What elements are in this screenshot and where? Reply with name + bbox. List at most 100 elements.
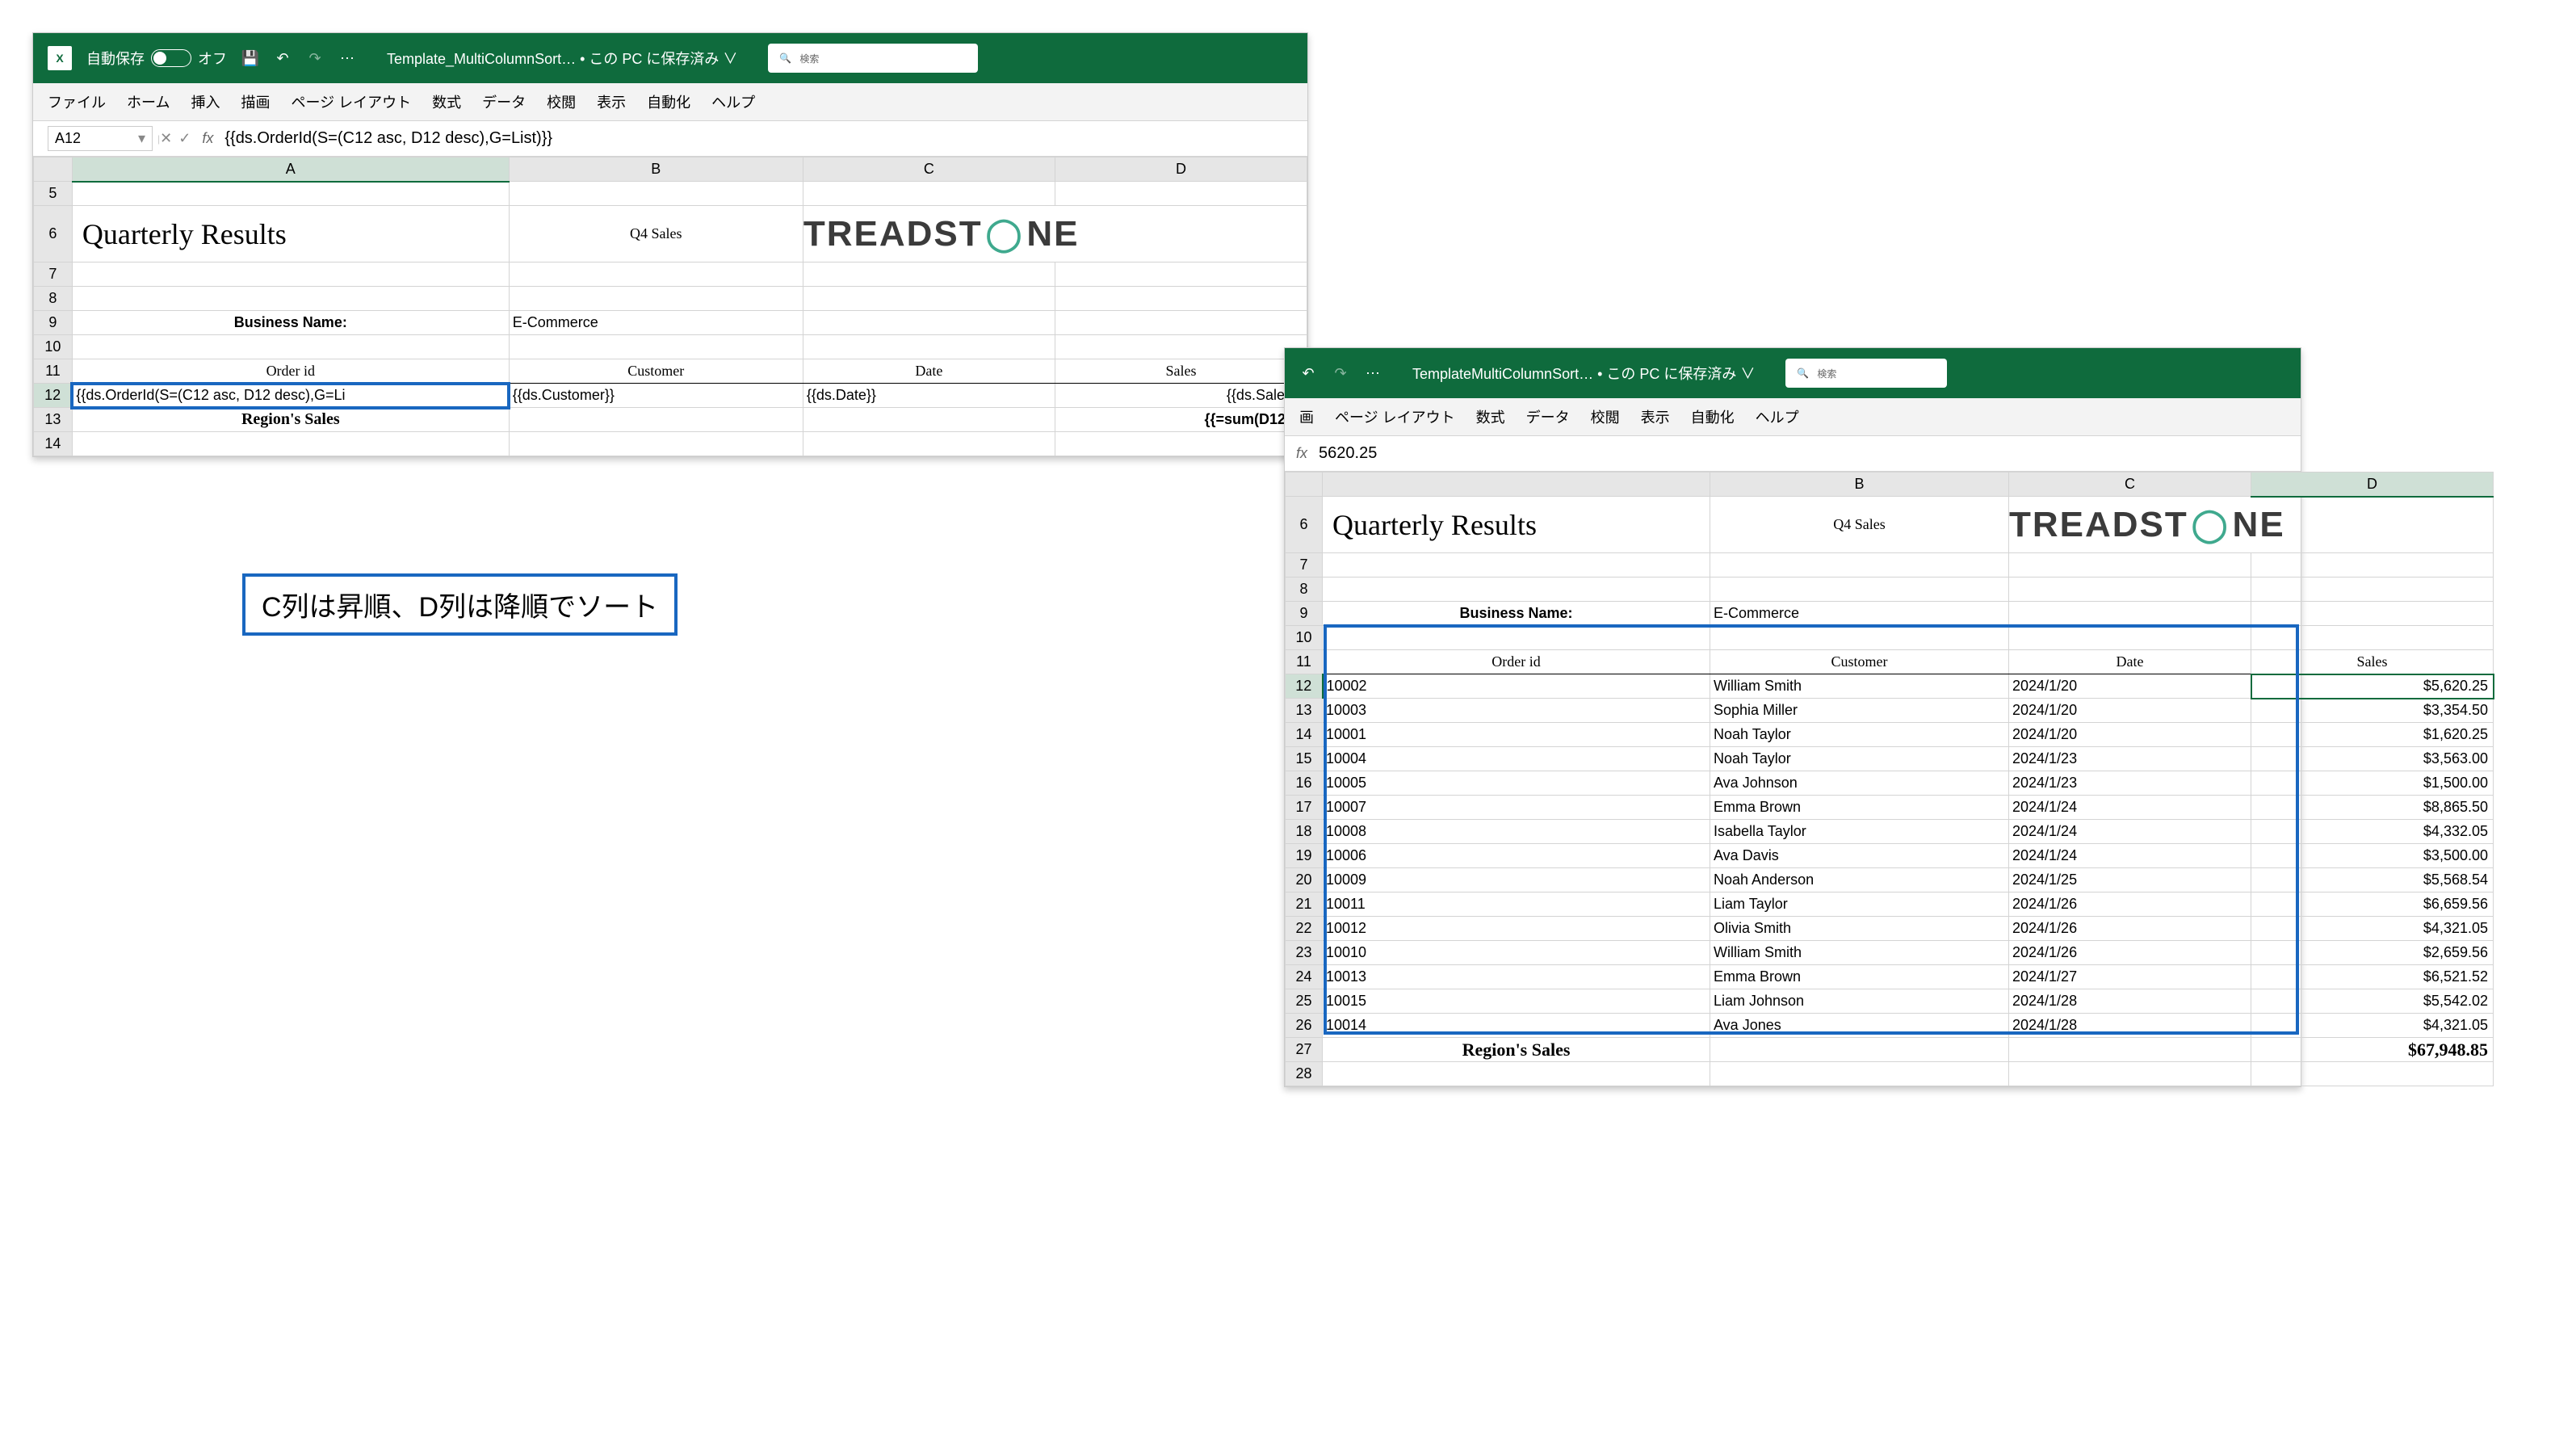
cell[interactable]: $6,659.56 [2251, 892, 2494, 917]
cell[interactable] [1710, 626, 2009, 650]
row-header[interactable]: 20 [1286, 868, 1323, 892]
cell[interactable]: Ava Johnson [1710, 771, 2009, 796]
cell[interactable]: $4,321.05 [2251, 917, 2494, 941]
cell[interactable]: $1,620.25 [2251, 723, 2494, 747]
cell[interactable] [72, 287, 509, 311]
cell[interactable]: 2024/1/20 [2009, 723, 2251, 747]
cell[interactable] [803, 335, 1055, 359]
cell[interactable] [509, 287, 803, 311]
cell[interactable]: Business Name: [1323, 602, 1710, 626]
subtitle-cell[interactable]: Q4 Sales [509, 206, 803, 262]
cell[interactable]: 10008 [1323, 820, 1710, 844]
row-header[interactable]: 23 [1286, 941, 1323, 965]
ribbon-tab[interactable]: 自動化 [1691, 406, 1735, 427]
cell[interactable] [509, 432, 803, 456]
ribbon-tab[interactable]: ページ レイアウト [1335, 406, 1455, 427]
selected-cell[interactable]: {{ds.OrderId(S=(C12 asc, D12 desc),G=Li [72, 384, 509, 408]
cell[interactable]: $1,500.00 [2251, 771, 2494, 796]
cell[interactable]: 2024/1/24 [2009, 796, 2251, 820]
row-header[interactable]: 15 [1286, 747, 1323, 771]
column-header-cell[interactable]: Sales [1055, 359, 1307, 384]
filename[interactable]: Template_MultiColumnSort… • この PC に保存済み … [387, 48, 737, 69]
cell[interactable]: 2024/1/27 [2009, 965, 2251, 989]
cell[interactable]: {{=sum(D12)}} [1055, 408, 1307, 432]
cell[interactable]: $2,659.56 [2251, 941, 2494, 965]
col-header[interactable]: B [509, 158, 803, 182]
row-header[interactable]: 10 [1286, 626, 1323, 650]
cell[interactable]: Isabella Taylor [1710, 820, 2009, 844]
cell[interactable]: 2024/1/24 [2009, 844, 2251, 868]
subtitle-cell[interactable]: Q4 Sales [1710, 497, 2009, 553]
cell[interactable]: 2024/1/20 [2009, 699, 2251, 723]
cell[interactable]: 2024/1/28 [2009, 989, 2251, 1014]
ribbon-tab[interactable]: 描画 [241, 91, 270, 112]
row-header[interactable]: 9 [34, 311, 73, 335]
cell[interactable] [803, 408, 1055, 432]
cell[interactable]: Emma Brown [1710, 965, 2009, 989]
cell[interactable]: {{ds.Customer}} [509, 384, 803, 408]
row-header[interactable]: 13 [34, 408, 73, 432]
cell[interactable]: 2024/1/26 [2009, 941, 2251, 965]
cell[interactable]: {{ds.Date}} [803, 384, 1055, 408]
cell[interactable]: 10001 [1323, 723, 1710, 747]
cell[interactable]: $3,500.00 [2251, 844, 2494, 868]
row-header[interactable]: 24 [1286, 965, 1323, 989]
row-header[interactable]: 27 [1286, 1038, 1323, 1062]
cell[interactable]: Noah Taylor [1710, 723, 2009, 747]
autosave-toggle[interactable]: 自動保存 オフ [86, 48, 227, 69]
cell[interactable]: 10010 [1323, 941, 1710, 965]
cell[interactable]: 2024/1/23 [2009, 747, 2251, 771]
cell[interactable]: 10011 [1323, 892, 1710, 917]
cell[interactable]: Sophia Miller [1710, 699, 2009, 723]
ribbon-tab[interactable]: 自動化 [647, 91, 690, 112]
cell[interactable]: $5,542.02 [2251, 989, 2494, 1014]
cell[interactable] [509, 335, 803, 359]
overflow-icon[interactable]: ⋯ [338, 49, 356, 67]
cell[interactable] [803, 432, 1055, 456]
cell[interactable]: 10007 [1323, 796, 1710, 820]
column-header-cell[interactable]: Customer [509, 359, 803, 384]
chevron-down-icon[interactable]: ▾ [138, 130, 145, 147]
cell[interactable] [803, 287, 1055, 311]
cell[interactable]: 2024/1/20 [2009, 674, 2251, 699]
ribbon-tab[interactable]: 表示 [597, 91, 626, 112]
filename[interactable]: TemplateMultiColumnSort… • この PC に保存済み ∨ [1412, 363, 1755, 384]
col-header[interactable]: D [1055, 158, 1307, 182]
row-header[interactable]: 17 [1286, 796, 1323, 820]
cell[interactable] [1710, 1062, 2009, 1086]
col-header[interactable]: A [72, 158, 509, 182]
cell[interactable] [509, 182, 803, 206]
cell[interactable] [2009, 1038, 2251, 1062]
cell[interactable]: {{ds.Sales}} [1055, 384, 1307, 408]
search-input[interactable]: 🔍 検索 [768, 44, 978, 73]
cell[interactable]: 10005 [1323, 771, 1710, 796]
title-cell[interactable]: Quarterly Results [1323, 497, 1710, 553]
cell[interactable]: 10014 [1323, 1014, 1710, 1038]
cell[interactable]: $8,865.50 [2251, 796, 2494, 820]
cell[interactable]: 10012 [1323, 917, 1710, 941]
cell[interactable]: William Smith [1710, 941, 2009, 965]
ribbon-tab[interactable]: 数式 [432, 91, 461, 112]
row-header[interactable]: 10 [34, 335, 73, 359]
row-header[interactable]: 14 [34, 432, 73, 456]
cell[interactable] [1055, 432, 1307, 456]
formula-input[interactable] [221, 126, 1307, 151]
cell[interactable]: Noah Anderson [1710, 868, 2009, 892]
row-header[interactable]: 19 [1286, 844, 1323, 868]
cell[interactable]: $5,568.54 [2251, 868, 2494, 892]
row-header[interactable]: 7 [34, 262, 73, 287]
cell[interactable]: Olivia Smith [1710, 917, 2009, 941]
cell[interactable]: 2024/1/25 [2009, 868, 2251, 892]
column-header-cell[interactable]: Date [2009, 650, 2251, 674]
cell[interactable]: $5,620.25 [2251, 674, 2494, 699]
cell[interactable]: $4,332.05 [2251, 820, 2494, 844]
spreadsheet-grid[interactable]: ABCD56Quarterly ResultsQ4 SalesTREADST◯N… [33, 157, 1307, 456]
cell[interactable]: 10003 [1323, 699, 1710, 723]
cell[interactable] [2009, 626, 2251, 650]
formula-input[interactable] [1315, 441, 2301, 466]
cell[interactable]: 2024/1/23 [2009, 771, 2251, 796]
cell[interactable]: William Smith [1710, 674, 2009, 699]
ribbon-tab[interactable]: 校閲 [547, 91, 576, 112]
cell[interactable] [1710, 1038, 2009, 1062]
row-header[interactable]: 28 [1286, 1062, 1323, 1086]
